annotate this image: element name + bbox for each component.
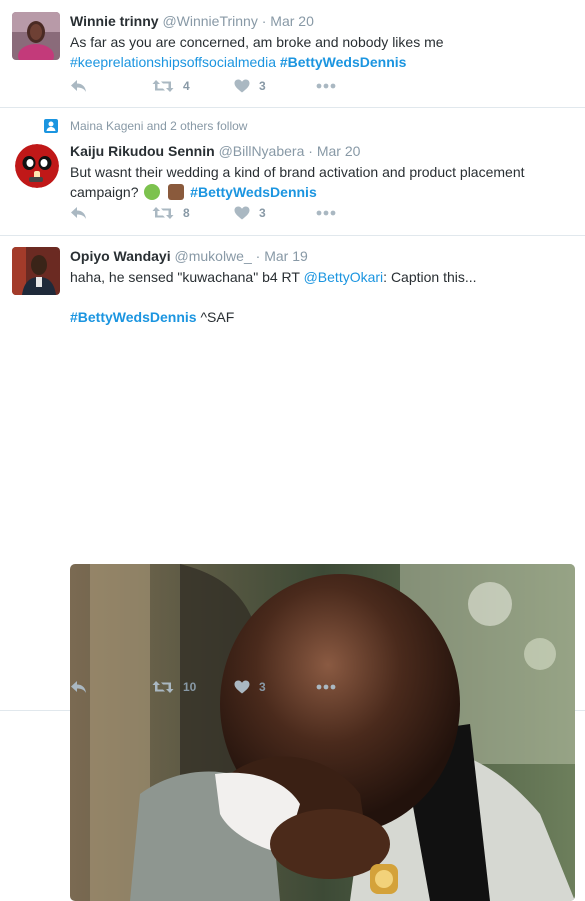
username[interactable]: @mukolwe_ — [175, 248, 252, 264]
tweet-text-fragment: : Caption this... — [383, 269, 477, 285]
tweet-actions: 4 3 — [70, 79, 398, 93]
more-icon — [316, 684, 336, 690]
tweet-header: Winnie trinny @WinnieTrinny · Mar 20 — [70, 12, 573, 30]
tweet-text-line: As far as you are concerned, am broke an… — [70, 34, 444, 50]
tweet-winnie[interactable]: Winnie trinny @WinnieTrinny · Mar 20 As … — [0, 0, 585, 108]
display-name[interactable]: Kaiju Rikudou Sennin — [70, 143, 215, 159]
separator-dot: · — [255, 248, 261, 264]
retweet-count: 10 — [183, 680, 197, 694]
retweet-icon — [152, 207, 174, 219]
avatar[interactable] — [12, 12, 60, 60]
reply-button[interactable] — [70, 680, 152, 694]
heart-icon — [234, 680, 250, 694]
hashtag-link[interactable]: #BettyWedsDennis — [280, 54, 407, 70]
reply-button[interactable] — [70, 79, 152, 93]
tweet-actions: 8 3 — [70, 206, 398, 220]
tweet-header: Opiyo Wandayi @mukolwe_ · Mar 19 — [70, 247, 573, 265]
like-count: 3 — [259, 206, 266, 220]
tweet-text-line: #keeprelationshipsoffsocialmedia #BettyW… — [70, 52, 573, 72]
tweet-text-line: #BettyWedsDennis ^SAF — [70, 307, 573, 327]
heart-icon — [234, 79, 250, 93]
heart-icon — [234, 206, 250, 220]
tweet-text-fragment: haha, he sensed "kuwachana" b4 RT — [70, 269, 300, 285]
tweet-text: But wasnt their wedding a kind of brand … — [70, 162, 573, 202]
tweet-photo[interactable] — [70, 564, 575, 901]
like-button[interactable]: 3 — [234, 79, 316, 93]
reply-icon — [71, 681, 86, 693]
frog-emoji-icon — [144, 184, 161, 200]
like-count: 3 — [259, 79, 266, 93]
like-count: 3 — [259, 680, 266, 694]
retweet-count: 4 — [183, 79, 190, 93]
tweet-text-fragment: ^SAF — [196, 309, 235, 325]
username[interactable]: @WinnieTrinny — [162, 13, 257, 29]
coffee-emoji-icon — [168, 184, 185, 200]
hashtag-link[interactable]: #BettyWedsDennis — [70, 309, 197, 325]
tweet-text-line: But wasnt their wedding a kind of brand … — [70, 164, 525, 180]
more-button[interactable] — [316, 210, 398, 216]
display-name[interactable]: Winnie trinny — [70, 13, 159, 29]
tweet-text: haha, he sensed "kuwachana" b4 RT @Betty… — [70, 267, 573, 327]
timestamp[interactable]: Mar 19 — [264, 248, 308, 264]
username[interactable]: @BillNyabera — [219, 143, 305, 159]
retweet-icon — [152, 80, 174, 92]
hashtag-link[interactable]: #keeprelationshipsoffsocialmedia — [70, 54, 276, 70]
like-button[interactable]: 3 — [234, 680, 316, 694]
retweet-button[interactable]: 8 — [152, 206, 234, 220]
tweet-header: Kaiju Rikudou Sennin @BillNyabera · Mar … — [70, 142, 573, 160]
retweet-button[interactable]: 4 — [152, 79, 234, 93]
retweet-icon — [152, 681, 174, 693]
avatar[interactable] — [12, 247, 60, 295]
separator-dot: · — [261, 13, 267, 29]
like-button[interactable]: 3 — [234, 206, 316, 220]
timestamp[interactable]: Mar 20 — [270, 13, 314, 29]
person-icon — [44, 119, 58, 133]
tweet-text-fragment: campaign? — [70, 184, 139, 200]
social-context[interactable]: Maina Kageni and 2 others follow — [70, 118, 247, 134]
retweet-button[interactable]: 10 — [152, 680, 234, 694]
reply-icon — [71, 207, 86, 219]
more-button[interactable] — [316, 684, 398, 690]
avatar[interactable] — [15, 144, 59, 188]
tweet-opiyo[interactable]: Opiyo Wandayi @mukolwe_ · Mar 19 haha, h… — [0, 236, 585, 901]
display-name[interactable]: Opiyo Wandayi — [70, 248, 171, 264]
tweet-text-line: haha, he sensed "kuwachana" b4 RT @Betty… — [70, 267, 573, 287]
timestamp[interactable]: Mar 20 — [317, 143, 361, 159]
tweet-actions: 10 3 — [70, 680, 398, 694]
reply-icon — [71, 80, 86, 92]
mention-link[interactable]: @BettyOkari — [304, 269, 384, 285]
tweet-kaiju[interactable]: Maina Kageni and 2 others follow Kaiju R… — [0, 108, 585, 236]
more-icon — [316, 210, 336, 216]
more-icon — [316, 83, 336, 89]
tweet-text: As far as you are concerned, am broke an… — [70, 32, 573, 72]
hashtag-link[interactable]: #BettyWedsDennis — [190, 184, 317, 200]
separator-dot: · — [308, 143, 313, 159]
retweet-count: 8 — [183, 206, 190, 220]
tweet-text-line: campaign? #BettyWedsDennis — [70, 182, 573, 202]
reply-button[interactable] — [70, 206, 152, 220]
more-button[interactable] — [316, 83, 398, 89]
